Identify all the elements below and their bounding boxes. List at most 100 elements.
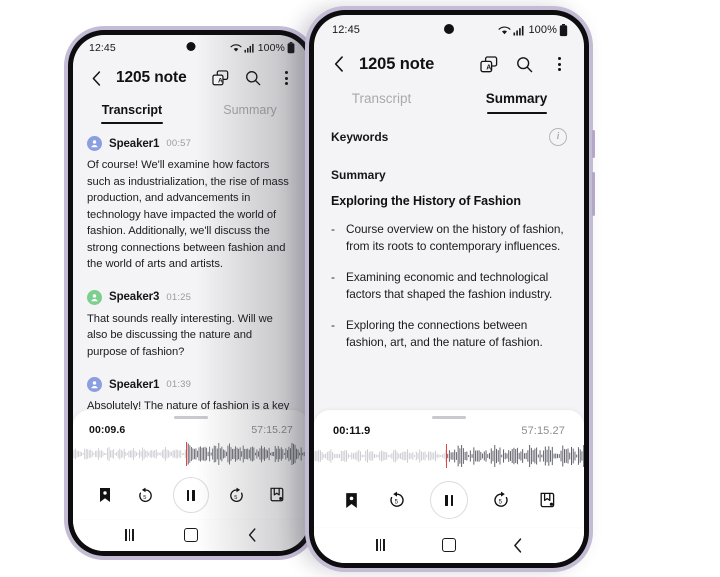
pause-icon (186, 489, 196, 501)
tab-summary-label: Summary (485, 91, 548, 106)
battery-icon (559, 23, 568, 36)
svg-text:A: A (217, 78, 222, 85)
waveform[interactable] (314, 443, 584, 469)
battery-percent: 100% (257, 42, 285, 54)
rewind-5-button[interactable]: 5 (133, 482, 159, 508)
tab-transcript-label: Transcript (351, 91, 412, 106)
page-title: 1205 note (359, 54, 435, 73)
waveform-svg (73, 443, 309, 465)
power-button[interactable] (592, 172, 595, 216)
phone-right-bezel: 12:45 100% 1205 note A Transcript Summar… (309, 10, 589, 568)
status-time: 12:45 (89, 42, 116, 54)
summary-heading: Exploring the History of Fashion (331, 194, 521, 208)
more-options-icon[interactable] (548, 53, 570, 75)
total-time: 57:15.27 (251, 424, 293, 436)
recents-button[interactable] (117, 522, 143, 548)
home-icon (441, 538, 456, 552)
recents-button[interactable] (367, 532, 393, 558)
tab-bar: Transcript Summary (314, 85, 584, 114)
more-options-icon[interactable] (275, 67, 297, 89)
bullet-dash-icon: - (331, 222, 335, 236)
transcript-entry: Speaker1 01:39 Absolutely! The nature of… (87, 377, 295, 410)
wifi-icon (498, 25, 511, 34)
phone-right: 12:45 100% 1205 note A Transcript Summar… (305, 6, 595, 572)
status-indicators: 100% (230, 42, 295, 54)
translate-icon[interactable]: A (209, 67, 231, 89)
waveform[interactable] (73, 441, 309, 467)
app-bar: 1205 note A (314, 45, 584, 85)
volume-button[interactable] (592, 130, 595, 158)
player-controls: 5 5 (73, 467, 309, 519)
home-icon (183, 528, 198, 542)
current-time: 00:09.6 (89, 424, 126, 436)
waveform-svg (314, 445, 584, 467)
translate-icon[interactable]: A (478, 53, 500, 75)
system-nav-bar (314, 527, 584, 563)
tab-summary[interactable]: Summary (191, 103, 309, 124)
signal-icon (513, 25, 524, 35)
svg-text:5: 5 (395, 500, 399, 506)
svg-text:5: 5 (143, 494, 146, 500)
signal-icon (244, 43, 254, 53)
back-button[interactable] (239, 522, 265, 548)
status-bar: 12:45 100% (314, 15, 584, 45)
speaker-name: Speaker1 (109, 378, 160, 391)
summary-panel[interactable]: Keywords i Summary Exploring the History… (314, 114, 584, 410)
speaker-timestamp: 01:39 (166, 379, 192, 390)
back-arrow-icon[interactable] (328, 53, 350, 75)
tab-active-underline (101, 122, 163, 124)
tab-transcript[interactable]: Transcript (73, 103, 191, 124)
battery-icon (287, 42, 295, 54)
recents-icon (125, 529, 135, 541)
speaker-name: Speaker3 (109, 291, 160, 303)
home-button[interactable] (436, 532, 462, 558)
current-time: 00:11.9 (333, 425, 371, 437)
audio-player: 00:09.6 57:15.27 5 5 (73, 410, 309, 519)
player-times: 00:11.9 57:15.27 (314, 419, 584, 440)
avatar (87, 289, 102, 305)
audio-player: 00:11.9 57:15.27 5 5 (314, 410, 584, 527)
kebab-dots (557, 57, 561, 71)
front-camera (186, 42, 196, 51)
keywords-row[interactable]: Keywords i (331, 128, 567, 146)
clip-note-button[interactable] (534, 487, 560, 513)
bookmark-button[interactable] (92, 482, 118, 508)
phone-left: 12:45 100% 1205 note A Transcript Summar… (64, 26, 320, 560)
forward-5-button[interactable]: 5 (488, 487, 514, 513)
tab-active-underline (486, 112, 547, 114)
back-button[interactable] (505, 532, 531, 558)
transcript-entry: Speaker1 00:57 Of course! We'll examine … (87, 136, 295, 273)
summary-bullet-text: Course overview on the history of fashio… (346, 222, 564, 253)
summary-bullet-text: Examining economic and technological fac… (346, 270, 553, 301)
summary-bullet: - Examining economic and technological f… (331, 269, 567, 303)
bullet-dash-icon: - (331, 270, 335, 284)
status-indicators: 100% (498, 23, 568, 37)
bookmark-button[interactable] (338, 487, 364, 513)
pause-button[interactable] (172, 477, 209, 513)
playhead (446, 444, 448, 468)
back-arrow-icon[interactable] (85, 67, 107, 89)
search-icon[interactable] (513, 53, 535, 75)
clip-note-button[interactable] (264, 482, 290, 508)
home-button[interactable] (178, 522, 204, 548)
phone-left-bezel: 12:45 100% 1205 note A Transcript Summar… (68, 30, 314, 556)
tab-transcript[interactable]: Transcript (314, 91, 449, 114)
wifi-icon (230, 44, 242, 52)
speaker-row: Speaker3 01:25 (87, 289, 295, 305)
forward-5-button[interactable]: 5 (223, 482, 249, 508)
tab-summary[interactable]: Summary (449, 91, 584, 114)
transcript-list[interactable]: Speaker1 00:57 Of course! We'll examine … (73, 124, 309, 410)
app-bar: 1205 note A (73, 61, 309, 97)
pause-button[interactable] (430, 481, 468, 519)
status-time: 12:45 (332, 24, 361, 36)
rewind-5-button[interactable]: 5 (384, 487, 410, 513)
player-times: 00:09.6 57:15.27 (73, 419, 309, 438)
tab-transcript-label: Transcript (101, 103, 163, 117)
speaker-row: Speaker1 01:39 (87, 377, 295, 392)
transcript-entry: Speaker3 01:25 That sounds really intere… (87, 289, 295, 361)
total-time: 57:15.27 (521, 425, 565, 437)
info-icon[interactable]: i (549, 128, 567, 146)
recents-icon (375, 539, 385, 551)
search-icon[interactable] (242, 67, 264, 89)
phone-right-screen: 12:45 100% 1205 note A Transcript Summar… (314, 15, 584, 563)
